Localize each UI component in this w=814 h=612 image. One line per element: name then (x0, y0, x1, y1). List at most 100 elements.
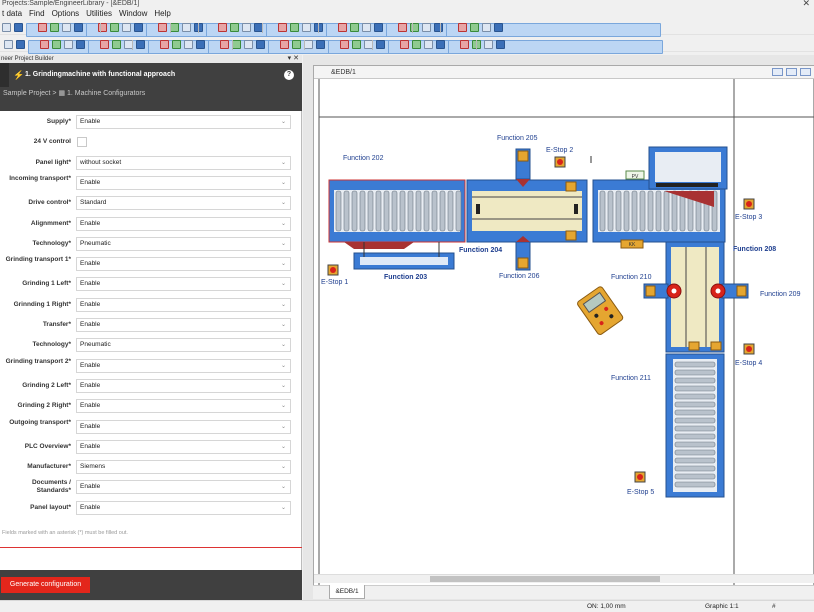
toolbar-button[interactable] (134, 23, 143, 32)
toolbar-button[interactable] (136, 40, 145, 49)
estop-4[interactable] (743, 343, 755, 355)
actuator-206[interactable] (515, 236, 531, 271)
toolbar-button[interactable] (290, 23, 299, 32)
field-select[interactable]: Standard ⌄ (76, 196, 291, 211)
toolbar-button[interactable] (292, 40, 301, 49)
toolbar-button[interactable] (40, 40, 49, 49)
field-select[interactable]: Enable ⌄ (76, 257, 291, 272)
toolbar-button[interactable] (470, 23, 479, 32)
field-select[interactable]: Enable ⌄ (76, 358, 291, 373)
menu-item-window[interactable]: Window (119, 8, 147, 20)
toolbar-button[interactable] (158, 23, 167, 32)
toolbar-button[interactable] (434, 23, 443, 32)
field-select[interactable]: Enable ⌄ (76, 297, 291, 312)
toolbar-button[interactable] (62, 23, 71, 32)
field-select[interactable]: Enable ⌄ (76, 480, 291, 495)
field-select[interactable]: Enable ⌄ (76, 419, 291, 434)
toolbar-button[interactable] (230, 23, 239, 32)
estop-1[interactable] (327, 264, 339, 276)
toolbar-button[interactable] (182, 23, 191, 32)
toolbar-button[interactable] (482, 23, 491, 32)
toolbar-button[interactable] (76, 40, 85, 49)
panel-close-button[interactable]: ▾ ✕ (288, 55, 299, 63)
menu-item-help[interactable]: Help (154, 8, 170, 20)
toolbar-button[interactable] (4, 40, 13, 49)
toolbar-button[interactable] (458, 23, 467, 32)
field-select[interactable]: Enable ⌄ (76, 399, 291, 414)
close-graphic-button[interactable] (800, 68, 811, 76)
toolbar-button[interactable] (376, 40, 385, 49)
field-select[interactable]: Pneumatic ⌄ (76, 338, 291, 353)
conveyor-202[interactable] (328, 179, 466, 249)
restore-button[interactable] (786, 68, 797, 76)
toolbar-button[interactable] (304, 40, 313, 49)
toolbar-button[interactable] (112, 40, 121, 49)
field-select[interactable]: Enable ⌄ (76, 216, 291, 231)
toolbar-button[interactable] (424, 40, 433, 49)
field-select[interactable]: Enable ⌄ (76, 439, 291, 454)
graphic-canvas[interactable]: PV KK Function 202 Function 203 Function… (314, 79, 814, 585)
toolbar-button[interactable] (374, 23, 383, 32)
actuator-210[interactable] (643, 283, 682, 299)
toolbar-button[interactable] (436, 40, 445, 49)
toolbar-button[interactable] (398, 23, 407, 32)
menu-item-data[interactable]: t data (2, 8, 22, 20)
toolbar-button[interactable] (278, 23, 287, 32)
toolbar-button[interactable] (422, 23, 431, 32)
toolbar-button[interactable] (100, 40, 109, 49)
field-select[interactable]: Pneumatic ⌄ (76, 236, 291, 251)
toolbar-button[interactable] (14, 23, 23, 32)
toolbar-button[interactable] (196, 40, 205, 49)
toolbar-button[interactable] (280, 40, 289, 49)
scrollbar-thumb[interactable] (430, 576, 660, 582)
toolbar-button[interactable] (244, 40, 253, 49)
help-icon[interactable]: ? (284, 70, 294, 80)
toolbar-button[interactable] (350, 23, 359, 32)
field-select[interactable]: Enable ⌄ (76, 500, 291, 515)
panel-collapse-handle[interactable] (0, 63, 9, 87)
minimize-button[interactable] (772, 68, 783, 76)
toolbar-button[interactable] (218, 23, 227, 32)
toolbar-button[interactable] (362, 23, 371, 32)
estop-5[interactable] (634, 471, 646, 483)
handheld-pendant[interactable] (576, 286, 624, 336)
field-select[interactable]: Enable ⌄ (76, 318, 291, 332)
window-close-button[interactable]: ✕ (802, 0, 810, 8)
field-select[interactable]: Enable ⌄ (76, 115, 291, 129)
toolbar-button[interactable] (16, 40, 25, 49)
toolbar-button[interactable] (242, 23, 251, 32)
menu-item-find[interactable]: Find (29, 8, 45, 20)
actuator-205[interactable] (515, 148, 531, 187)
horizontal-scrollbar[interactable] (314, 574, 814, 583)
toolbar-button[interactable] (52, 40, 61, 49)
toolbar-button[interactable] (302, 23, 311, 32)
checkbox-24v-control[interactable] (77, 137, 87, 148)
toolbar-button[interactable] (352, 40, 361, 49)
conveyor-alignment[interactable]: PV KK (592, 146, 728, 249)
toolbar-button[interactable] (484, 40, 493, 49)
toolbar-button[interactable] (38, 23, 47, 32)
menu-item-options[interactable]: Options (52, 8, 80, 20)
toolbar-button[interactable] (64, 40, 73, 49)
toolbar-button[interactable] (122, 23, 131, 32)
conveyor-204[interactable] (466, 179, 588, 243)
toolbar-button[interactable] (74, 23, 83, 32)
estop-3[interactable] (743, 198, 755, 210)
estop-2[interactable] (554, 156, 566, 168)
toolbar-button[interactable] (160, 40, 169, 49)
field-select[interactable]: Enable ⌄ (76, 277, 291, 292)
toolbar-button[interactable] (256, 40, 265, 49)
toolbar-button[interactable] (2, 23, 11, 32)
toolbar-button[interactable] (110, 23, 119, 32)
toolbar-button[interactable] (338, 23, 347, 32)
conveyor-vertical[interactable] (665, 241, 725, 498)
toolbar-button[interactable] (172, 40, 181, 49)
toolbar-button[interactable] (496, 40, 505, 49)
toolbar-button[interactable] (460, 40, 469, 49)
toolbar-button[interactable] (412, 40, 421, 49)
toolbar-button[interactable] (316, 40, 325, 49)
toolbar-button[interactable] (340, 40, 349, 49)
field-select[interactable]: Siemens ⌄ (76, 460, 291, 475)
field-select[interactable]: Enable ⌄ (76, 175, 291, 190)
breadcrumb-text[interactable]: Sample Project > ▦ 1. Machine Configurat… (3, 90, 145, 97)
